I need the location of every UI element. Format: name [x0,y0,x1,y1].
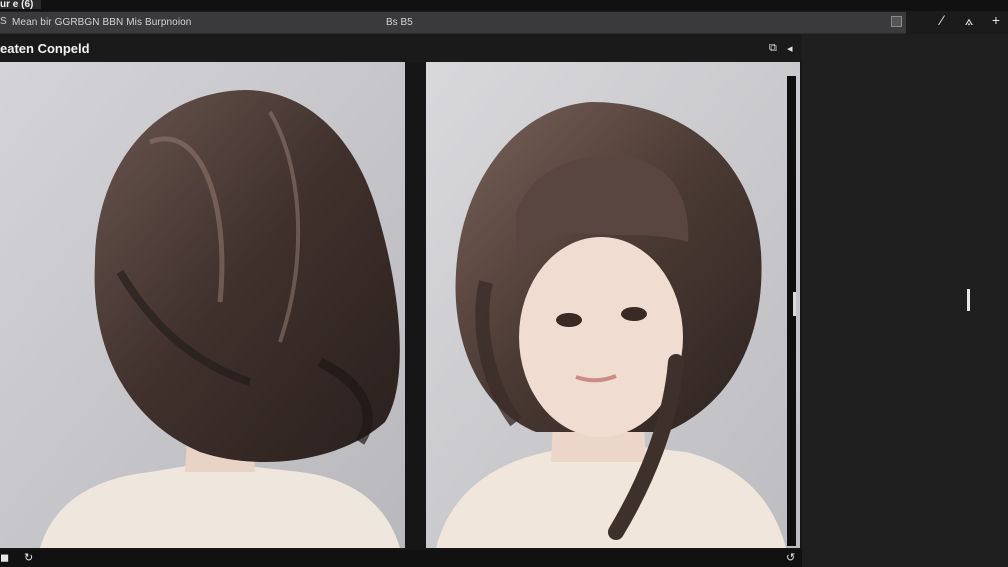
window-tab-strip: ur e (6) [0,0,1008,11]
image-viewer [0,62,802,550]
side-panel [802,34,1008,567]
vertical-scrollbar[interactable] [787,76,796,546]
address-bar[interactable]: S Mean bir GGRBGN BBN Mis Burpnoion Bs B… [0,12,906,34]
back-view-photo[interactable] [0,62,405,548]
address-bar-lead: S [0,16,7,27]
chevron-left-icon[interactable]: ◂ [787,42,793,55]
rotate-icon[interactable]: ↻ [24,551,33,564]
viewer-titlebar: eaten Conpeld ⧉ ◂ [0,34,802,62]
page-title: eaten Conpeld [0,41,90,56]
window-tab[interactable]: ur e (6) [0,0,42,10]
stop-icon[interactable]: ◼ [0,551,9,564]
page-indicator: Bs B5 [386,17,413,28]
undo-icon[interactable]: ↺ [786,551,795,564]
pen-icon[interactable]: ⁄ [934,12,950,28]
share-icon[interactable]: ⟑ [961,12,977,28]
front-view-photo[interactable] [426,62,800,548]
window-box-icon[interactable] [891,16,902,27]
scrollbar-thumb[interactable] [793,292,796,316]
fit-icon[interactable]: ⧉ [769,42,777,55]
viewer-bottombar: ◼ ↻ ↺ [0,550,802,567]
add-icon[interactable]: + [988,12,1004,28]
address-url[interactable]: Mean bir GGRBGN BBN Mis Burpnoion [12,17,191,28]
front-view-illustration [426,62,800,548]
text-cursor-icon [967,289,970,311]
back-view-illustration [0,62,405,548]
